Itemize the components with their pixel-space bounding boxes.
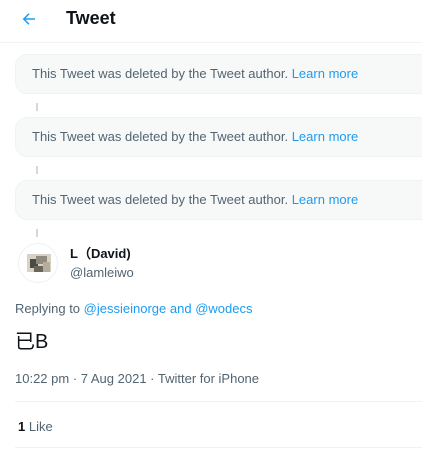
deleted-tweet-text: This Tweet was deleted by the Tweet auth… — [32, 192, 289, 207]
thread-connector — [36, 103, 38, 111]
deleted-tweet-text: This Tweet was deleted by the Tweet auth… — [32, 66, 289, 81]
divider — [15, 401, 422, 402]
thread-connector — [36, 229, 38, 237]
arrow-left-icon — [22, 13, 35, 25]
deleted-tweet-notice: This Tweet was deleted by the Tweet auth… — [15, 54, 422, 94]
avatar[interactable] — [18, 243, 58, 283]
replying-to-label: Replying to — [15, 301, 81, 316]
deleted-tweet-notice: This Tweet was deleted by the Tweet auth… — [15, 180, 422, 220]
like-count-number: 1 — [18, 419, 26, 434]
deleted-tweet-text: This Tweet was deleted by the Tweet auth… — [32, 129, 289, 144]
replying-to-line: Replying to @jessieinorge and @wodecs — [15, 300, 252, 318]
avatar-image — [27, 254, 51, 272]
learn-more-link[interactable]: Learn more — [292, 129, 358, 144]
learn-more-link[interactable]: Learn more — [292, 192, 358, 207]
author-handle[interactable]: @lamleiwo — [70, 264, 134, 282]
reply-user-link[interactable]: @jessieinorge — [84, 301, 167, 316]
replying-and-text: and — [169, 301, 192, 316]
header-bar: Tweet — [0, 0, 422, 43]
thread-connector — [36, 166, 38, 174]
tweet-text: 已B — [15, 331, 49, 353]
divider — [15, 447, 422, 448]
reply-user-link[interactable]: @wodecs — [195, 301, 252, 316]
page-title: Tweet — [66, 8, 116, 28]
back-button[interactable] — [16, 6, 42, 32]
author-name[interactable]: L（David) — [70, 245, 131, 263]
tweet-timestamp[interactable]: 10:22 pm · 7 Aug 2021 · Twitter for iPho… — [15, 370, 259, 388]
deleted-tweet-notice: This Tweet was deleted by the Tweet auth… — [15, 117, 422, 157]
learn-more-link[interactable]: Learn more — [292, 66, 358, 81]
like-count-label: Like — [28, 419, 53, 434]
like-count[interactable]: 1 Like — [18, 418, 53, 436]
